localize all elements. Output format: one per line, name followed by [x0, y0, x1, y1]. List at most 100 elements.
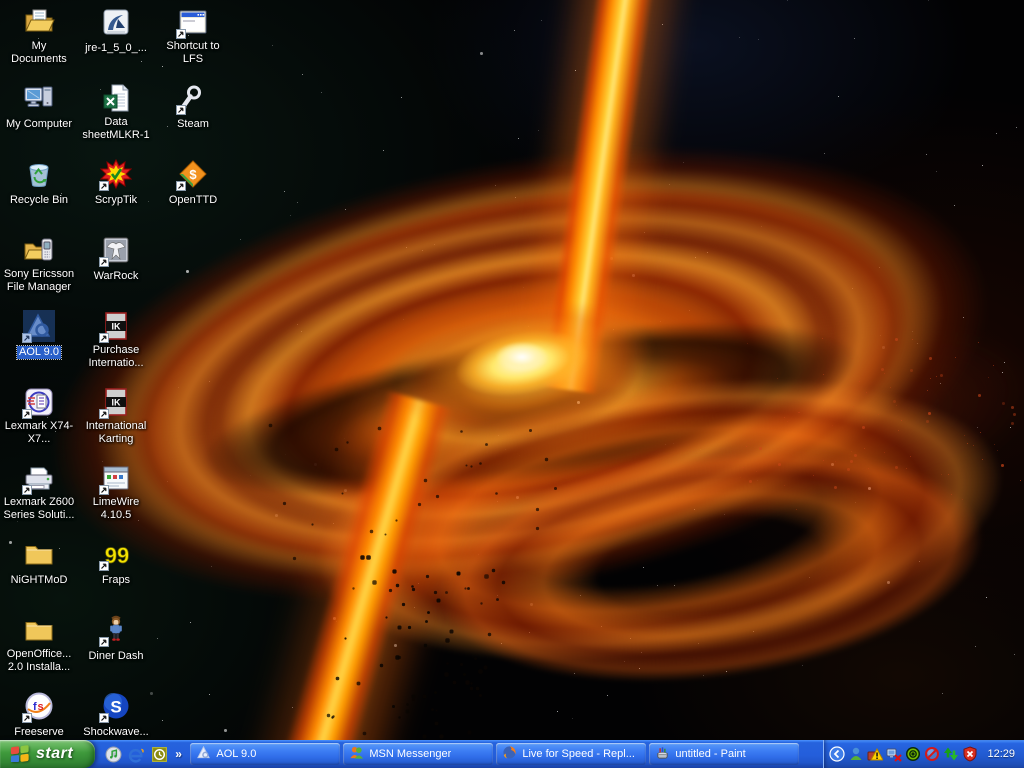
taskbar-button-label: Live for Speed - Repl... [522, 748, 635, 760]
steam-icon [176, 82, 209, 115]
desktop-icon-lexmark-z600-series-soluti[interactable]: Lexmark Z600 Series Soluti... [1, 462, 77, 523]
desktop-icon-label: AOL 9.0 [16, 345, 62, 360]
taskbar-button-label: AOL 9.0 [216, 748, 257, 760]
scryptik-icon [99, 158, 132, 191]
security-alert-shield-icon[interactable] [962, 746, 978, 762]
start-button-label: start [36, 745, 74, 762]
desktop-icon-aol-9-0[interactable]: AOL 9.0 [1, 310, 77, 360]
taskbar-button-untitled-paint[interactable]: untitled - Paint [649, 743, 800, 765]
limewire-icon [99, 462, 132, 495]
shortcut-arrow-icon [99, 333, 109, 343]
desktop-icon-sony-ericsson-file-manager[interactable]: Sony Ericsson File Manager [1, 234, 77, 295]
windows-logo-icon [9, 742, 31, 767]
desktop-icon-limewire-4-10-5[interactable]: LimeWire 4.10.5 [78, 462, 154, 523]
start-button[interactable]: start [0, 740, 96, 768]
desktop-icon-nightmod[interactable]: NiGHTMoD [1, 538, 77, 588]
desktop-icon-shockwave[interactable]: S Shockwave... [78, 690, 154, 740]
desktop-icon-jre-1-5-0[interactable]: jre-1_5_0_... [78, 6, 154, 56]
shortcut-arrow-icon [176, 105, 186, 115]
svg-text:s: s [38, 701, 44, 713]
desktop-icon-scryptik[interactable]: ScrypTik [78, 158, 154, 208]
internet-explorer-icon[interactable] [128, 746, 145, 763]
desktop-icon-label: Fraps [101, 574, 131, 586]
svg-text:IK: IK [112, 322, 122, 332]
taskbar-window-buttons: AOL 9.0 MSN Messenger Live for Speed - Rep… [189, 740, 801, 768]
desktop-icon-label: OpenOffice... 2.0 Installa... [6, 648, 72, 673]
hide-icons-chevron-icon[interactable] [829, 746, 846, 762]
desktop-icon-label: NiGHTMoD [10, 574, 68, 586]
svg-text:f: f [33, 701, 37, 713]
desktop-icon-label: Shockwave... [83, 726, 149, 738]
blocked-app-icon[interactable] [924, 746, 940, 762]
taskbar-button-aol-9-0[interactable]: AOL 9.0 [190, 743, 341, 765]
shortcut-arrow-icon [22, 409, 32, 419]
svg-text:$: $ [189, 167, 197, 182]
shockwave-icon: S [99, 690, 132, 723]
ik-badge-icon: IK [99, 386, 132, 419]
desktop-icon-recycle-bin[interactable]: Recycle Bin [1, 158, 77, 208]
shortcut-arrow-icon [99, 485, 109, 495]
shortcut-arrow-icon [99, 561, 109, 571]
desktop-icon-data-sheetmlkr-1[interactable]: Data sheetMLKR-1 [78, 82, 154, 143]
taskbar-button-label: MSN Messenger [369, 748, 452, 760]
desktop-icon-fraps[interactable]: 99 Fraps [78, 538, 154, 588]
desktop-icon-purchase-internatio[interactable]: IK Purchase Internatio... [78, 310, 154, 371]
desktop-icon-label: Steam [177, 118, 209, 130]
nvidia-settings-icon[interactable] [905, 746, 921, 762]
firefox-tb-icon [502, 745, 517, 763]
desktop-icon-label: Diner Dash [88, 650, 144, 662]
desktop-icon-grid: My Documents My Computer Recycle Bin Sony E… [0, 0, 1024, 768]
hardware-warning-icon[interactable] [867, 746, 884, 762]
svg-text:IK: IK [112, 398, 122, 408]
desktop-icon-label: Lexmark X74-X7... [4, 420, 74, 445]
shortcut-arrow-icon [22, 713, 32, 723]
shortcut-arrow-icon [99, 409, 109, 419]
my-computer-icon [23, 82, 55, 114]
shortcut-arrow-icon [22, 333, 32, 343]
clock-app-icon[interactable] [151, 746, 168, 763]
fraps-icon: 99 [99, 538, 132, 571]
desktop-icon-label: jre-1_5_0_... [85, 42, 147, 54]
desktop-icon-international-karting[interactable]: IK International Karting [78, 386, 154, 447]
recycle-bin-icon [23, 158, 55, 190]
desktop-icon-lexmark-x74-x7[interactable]: Lexmark X74-X7... [1, 386, 77, 447]
freeserve-icon: fs [22, 690, 55, 723]
desktop-icon-freeserve[interactable]: f s Freeserve [1, 690, 77, 740]
jre-installer-icon [100, 6, 132, 38]
network-disconnected-icon[interactable] [886, 746, 903, 762]
desktop-icon-openttd[interactable]: $ OpenTTD [155, 158, 231, 208]
taskbar-button-msn-messenger[interactable]: MSN Messenger [343, 743, 494, 765]
shortcut-arrow-icon [99, 713, 109, 723]
desktop-icon-label: My Computer [5, 118, 73, 130]
shortcut-arrow-icon [176, 29, 186, 39]
desktop-icon-label: OpenTTD [168, 194, 218, 206]
my-documents-icon [23, 6, 55, 38]
desktop-screen: My Documents My Computer Recycle Bin Sony E… [0, 0, 1024, 768]
desktop-icon-diner-dash[interactable]: Diner Dash [78, 614, 154, 664]
desktop-icon-steam[interactable]: Steam [155, 82, 231, 132]
folder-icon [23, 614, 55, 646]
taskbar-button-label: untitled - Paint [675, 748, 746, 760]
messenger-status-icon[interactable] [848, 746, 864, 762]
aol-tb-icon [196, 745, 211, 763]
printer-icon [22, 462, 55, 495]
desktop-icon-label: International Karting [85, 420, 147, 445]
desktop-icon-my-computer[interactable]: My Computer [1, 82, 77, 132]
shortcut-arrow-icon [22, 485, 32, 495]
desktop-icon-label: ScrypTik [94, 194, 138, 206]
desktop-icon-label: Data sheetMLKR-1 [82, 116, 150, 141]
desktop-icon-label: Shortcut to LFS [166, 40, 220, 65]
itunes-icon[interactable] [105, 746, 122, 763]
shortcut-arrow-icon [99, 181, 109, 191]
taskbar-button-live-for-speed-repl[interactable]: Live for Speed - Repl... [496, 743, 647, 765]
desktop-icon-label: Purchase Internatio... [88, 344, 144, 369]
network-activity-icon[interactable] [943, 746, 959, 762]
desktop-icon-my-documents[interactable]: My Documents [1, 6, 77, 67]
desktop-icon-shortcut-to-lfs[interactable]: Shortcut to LFS [155, 6, 231, 67]
lexmark-x74-icon [22, 386, 55, 419]
taskbar-clock: 12:29 [987, 748, 1015, 760]
desktop-icon-warrock[interactable]: WarRock [78, 234, 154, 284]
svg-text:S: S [110, 698, 121, 717]
quick-launch-overflow-chevron[interactable]: » [175, 747, 182, 761]
desktop-icon-openoffice-2-0-installa[interactable]: OpenOffice... 2.0 Installa... [1, 614, 77, 675]
